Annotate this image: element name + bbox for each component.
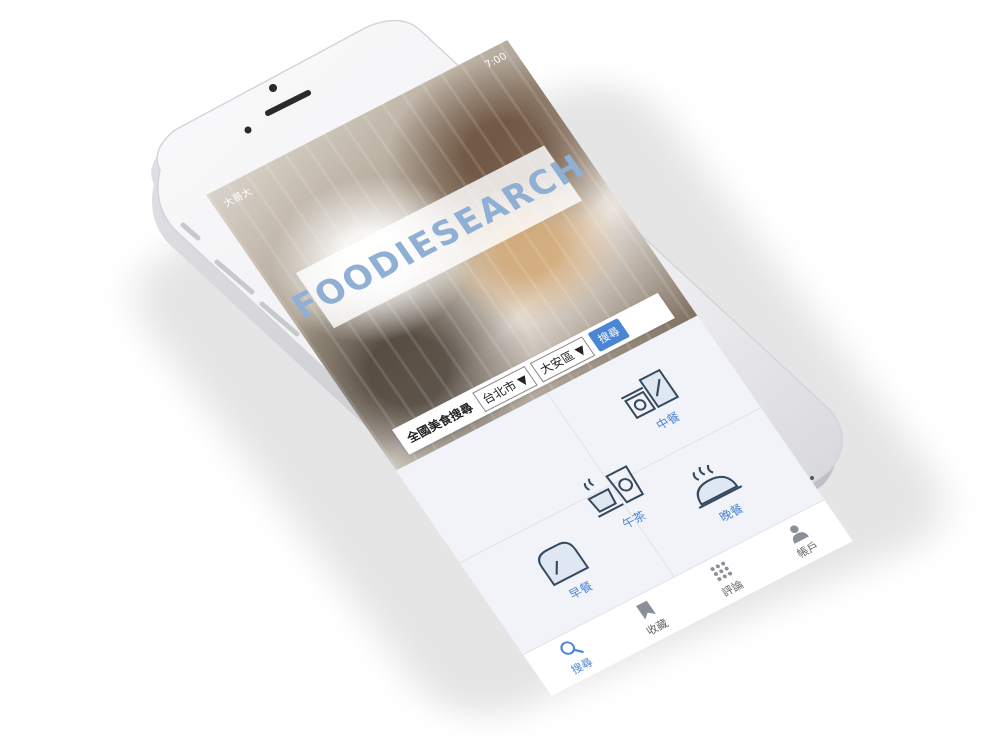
phone-mockup: 大哥大 7:00 FOODIESEARCH 全國美食搜尋 台北市 ▼ 大安區 ▼…: [0, 0, 1000, 696]
